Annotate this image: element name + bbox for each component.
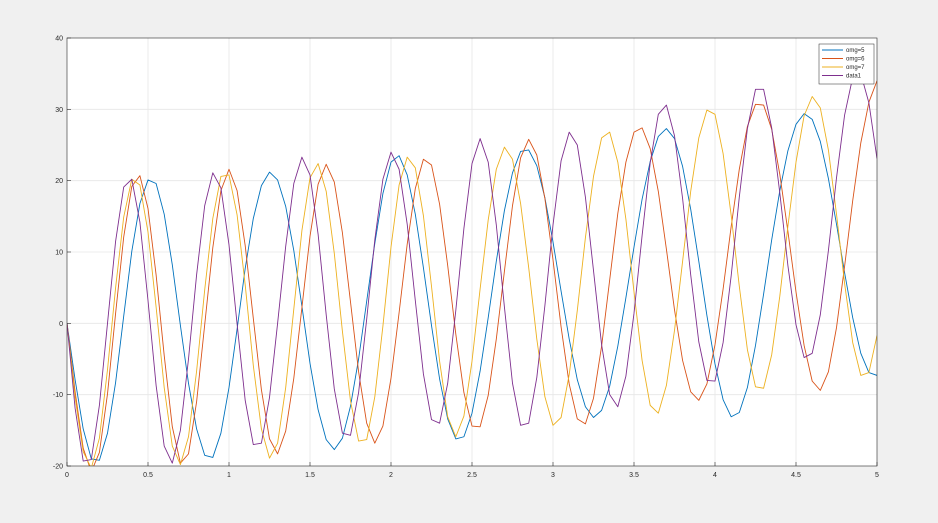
y-tick-label: 30	[55, 107, 63, 114]
legend-label: omg=6	[846, 57, 865, 63]
y-tick-label: 40	[55, 36, 63, 43]
y-tick-label: -20	[53, 464, 63, 471]
x-tick-label: 5	[875, 472, 879, 479]
legend-label: omg=7	[846, 65, 865, 71]
legend-label: data1	[846, 74, 862, 80]
x-tick-label: 2.5	[467, 472, 477, 479]
x-tick-label: 3.5	[629, 472, 639, 479]
x-tick-label: 4	[713, 472, 717, 479]
x-tick-label: 0	[65, 472, 69, 479]
x-tick-label: 0.5	[143, 472, 153, 479]
figure-window: 0 0.5 1 1.5 2 2.5 3 3.5 4 4.5 5 -20 -10 0 10 20 30 40 omg…	[0, 0, 938, 518]
line-chart: 0 0.5 1 1.5 2 2.5 3 3.5 4 4.5 5 -20 -10 0 10 20 30 40 omg…	[53, 36, 879, 480]
y-tick-label: 20	[55, 178, 63, 185]
y-tick-label: 10	[55, 250, 63, 257]
legend-label: omg=5	[846, 48, 865, 54]
x-tick-label: 4.5	[791, 472, 801, 479]
y-tick-label: -10	[53, 392, 63, 399]
x-tick-label: 1	[227, 472, 231, 479]
x-tick-label: 1.5	[305, 472, 315, 479]
x-tick-label: 3	[551, 472, 555, 479]
legend[interactable]: omg=5 omg=6 omg=7 data1	[818, 43, 875, 85]
y-tick-label: 0	[59, 321, 63, 328]
x-tick-label: 2	[389, 472, 393, 479]
